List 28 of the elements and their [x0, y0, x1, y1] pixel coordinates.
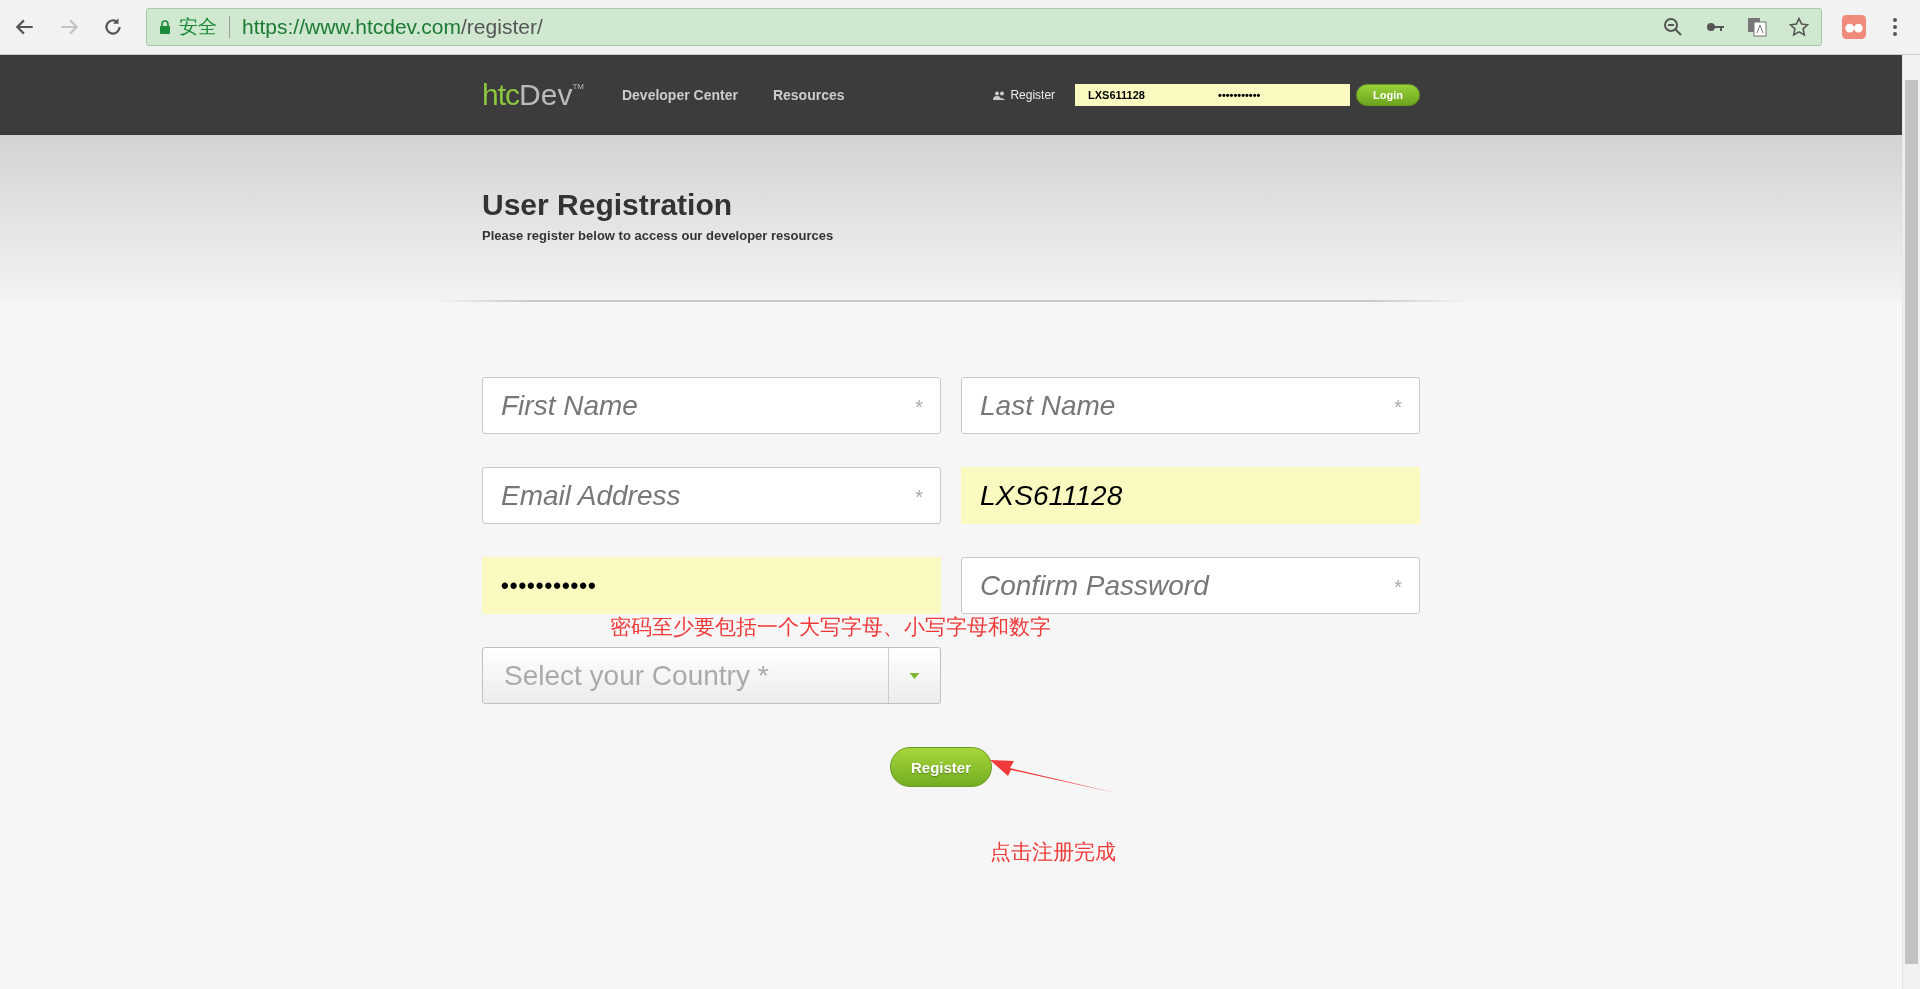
register-link[interactable]: Register	[1010, 88, 1056, 102]
lock-icon	[159, 20, 171, 34]
menu-icon[interactable]	[1892, 17, 1898, 37]
annotation-text: 点击注册完成	[990, 839, 1116, 866]
star-icon[interactable]	[1789, 17, 1809, 37]
password-field[interactable]: •••••••••••	[482, 557, 941, 614]
url-text: https://www.htcdev.com/register/	[242, 15, 543, 39]
caret-icon	[909, 672, 920, 679]
zoom-out-icon[interactable]	[1663, 17, 1683, 37]
nav-link[interactable]: Resources	[772, 87, 845, 103]
required-mark: *	[915, 396, 923, 419]
scrollbar[interactable]	[1902, 55, 1920, 989]
address-bar[interactable]: 安全 https://www.htcdev.com/register/	[146, 8, 1822, 46]
required-mark: *	[915, 486, 923, 509]
login-field[interactable]: LXS611128 •••••••••••	[1075, 84, 1351, 106]
annotation-text: 密码至少要包括一个大写字母、小写字母和数字	[610, 614, 1051, 641]
people-icon	[993, 90, 1006, 100]
page-title: User Registration	[482, 188, 734, 222]
required-mark: *	[1394, 576, 1402, 599]
security-label: 安全	[179, 14, 217, 39]
translate-icon[interactable]	[1747, 17, 1767, 37]
required-mark: *	[1394, 396, 1402, 419]
site-logo[interactable]: htcDev$^{TM}$	[482, 78, 584, 112]
scrollbar-thumb[interactable]	[1905, 80, 1918, 964]
reload-icon[interactable]	[102, 16, 124, 38]
page-subtitle: Please register below to access our developer resources	[482, 228, 835, 243]
nav-link[interactable]: Developer Center	[621, 87, 738, 103]
input-field[interactable]: LXS611128	[961, 467, 1420, 524]
